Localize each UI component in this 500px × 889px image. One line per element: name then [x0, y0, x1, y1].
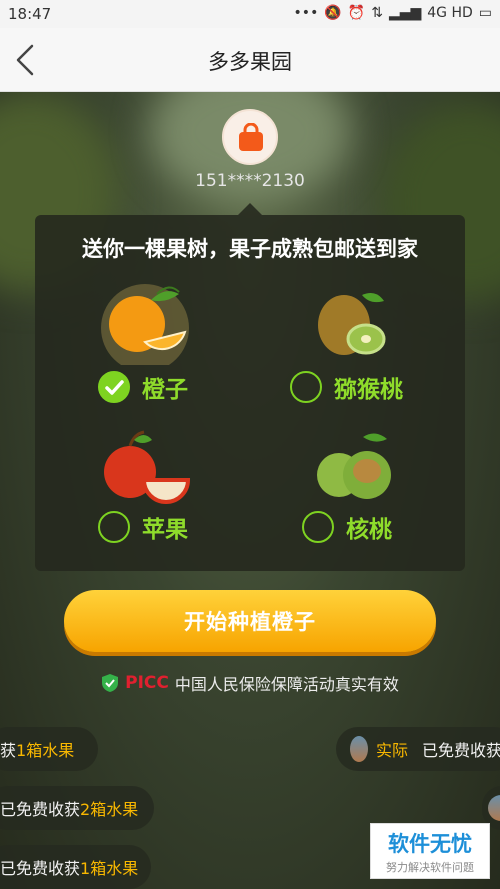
- fruit-selection-card: 送你一棵果树，果子成熟包邮送到家 橙子 猕猴桃 苹果 核桃: [35, 215, 465, 571]
- ticker-text: 已免费收获: [421, 741, 500, 760]
- ticker-username: 实际: [375, 741, 408, 760]
- insurance-notice: PICC 中国人民保险保障活动真实有效: [0, 671, 500, 695]
- harvest-ticker-item: 实际 已免费收获: [336, 727, 500, 771]
- radio-checked-icon[interactable]: [98, 371, 130, 403]
- harvest-ticker-item: 已免费收获 2箱水果: [0, 786, 154, 830]
- walnut-icon: [317, 433, 391, 499]
- status-time: 18:47: [8, 5, 52, 23]
- picc-logo: PICC: [125, 673, 169, 693]
- ticker-highlight: 2箱水果: [80, 800, 139, 819]
- status-icons: ••• 🔕 ⏰ ⇅ ▂▄▆ 4G HD ▭: [294, 5, 492, 21]
- more-dots-icon: •••: [293, 5, 319, 21]
- fruit-label-orange: 橙子: [142, 377, 188, 403]
- signal-icon: ▂▄▆: [388, 5, 422, 21]
- shield-check-icon: [102, 674, 119, 692]
- radio-unchecked-icon[interactable]: [98, 511, 130, 543]
- harvest-ticker-item: 已免费收获 1箱水果: [0, 845, 151, 889]
- fruit-option-kiwi[interactable]: [310, 287, 400, 367]
- network-label: 4G HD: [427, 5, 473, 21]
- start-planting-button[interactable]: 开始种植橙子: [64, 590, 436, 652]
- fruit-label-kiwi: 猕猴桃: [334, 377, 403, 403]
- fruit-choice-walnut[interactable]: 核桃: [302, 510, 392, 544]
- card-pointer: [238, 203, 262, 215]
- ticker-text: 已免费收获: [0, 859, 81, 878]
- fruit-option-walnut[interactable]: [313, 427, 403, 507]
- harvest-ticker-item: 获 1箱水果: [0, 727, 98, 771]
- fruit-choice-orange[interactable]: 橙子: [98, 370, 188, 404]
- nav-bar: 多多果园: [0, 28, 500, 92]
- radio-unchecked-icon[interactable]: [290, 371, 322, 403]
- user-phone: 151****2130: [195, 171, 305, 191]
- ticker-text: 获: [0, 741, 17, 760]
- battery-icon: ▭: [478, 5, 492, 21]
- ticker-highlight: 1箱水果: [16, 741, 75, 760]
- avatar: [488, 795, 500, 821]
- page-title: 多多果园: [208, 50, 292, 74]
- fruit-label-apple: 苹果: [142, 517, 188, 543]
- mute-icon: 🔕: [324, 5, 342, 21]
- watermark-sub: 努力解决软件问题: [386, 861, 474, 874]
- fruit-choice-apple[interactable]: 苹果: [98, 510, 188, 544]
- data-icon: ⇅: [371, 5, 383, 21]
- orange-icon: [101, 284, 189, 365]
- fruit-choice-kiwi[interactable]: 猕猴桃: [290, 370, 403, 404]
- fruit-option-apple[interactable]: [100, 430, 200, 505]
- ticker-highlight: 1箱水果: [80, 859, 139, 878]
- apple-icon: [104, 430, 191, 504]
- kiwi-icon: [318, 293, 386, 355]
- fruit-label-walnut: 核桃: [346, 517, 392, 543]
- watermark: 软件无忧 努力解决软件问题: [370, 823, 490, 879]
- card-title: 送你一棵果树，果子成熟包邮送到家: [82, 237, 418, 261]
- avatar: [222, 109, 278, 165]
- alarm-icon: ⏰: [347, 5, 366, 21]
- watermark-main: 软件无忧: [388, 832, 472, 856]
- insurance-text: 中国人民保险保障活动真实有效: [174, 675, 399, 694]
- radio-unchecked-icon[interactable]: [302, 511, 334, 543]
- ticker-text: 已免费收获: [0, 800, 81, 819]
- avatar: [350, 736, 368, 762]
- shopping-bag-icon: [239, 123, 263, 151]
- status-bar: 18:47 ••• 🔕 ⏰ ⇅ ▂▄▆ 4G HD ▭: [0, 0, 500, 28]
